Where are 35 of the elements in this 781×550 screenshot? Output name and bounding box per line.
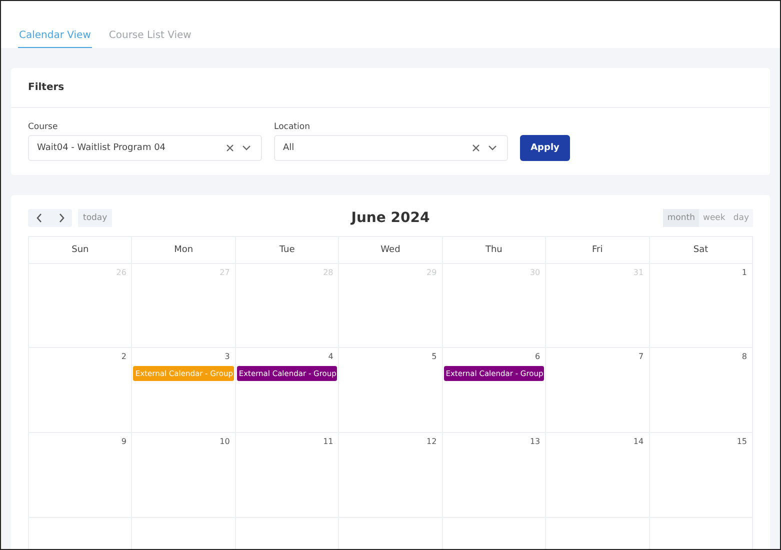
chevron-right-icon[interactable] <box>58 213 64 223</box>
day-number[interactable]: 9 <box>121 437 130 446</box>
select-field[interactable]: Wait04 - Waitlist Program 04 <box>28 135 262 161</box>
day-number[interactable]: 1 <box>742 268 751 277</box>
weekday-header: Sat <box>650 237 753 264</box>
day-number[interactable]: 5 <box>432 352 441 361</box>
day-number[interactable]: 7 <box>638 352 648 361</box>
day-number[interactable]: 4 <box>328 352 338 361</box>
day-number[interactable]: 13 <box>530 437 544 446</box>
apply-button[interactable]: Apply <box>520 135 570 161</box>
day-number[interactable]: 10 <box>220 437 234 446</box>
month-title: June 2024 <box>351 210 430 226</box>
day-number[interactable]: 6 <box>535 352 544 361</box>
weekday-header: Wed <box>339 237 443 264</box>
weekday-header: Fri <box>546 237 650 264</box>
day-number[interactable]: 11 <box>323 437 338 446</box>
day-number[interactable]: 15 <box>736 437 751 446</box>
day-number[interactable]: 8 <box>742 352 751 361</box>
weekday-header: Mon <box>132 237 236 264</box>
chevron-left-icon[interactable] <box>36 213 42 223</box>
chevron-down-icon[interactable] <box>242 145 251 151</box>
field-label: Course <box>28 122 59 132</box>
day-number[interactable]: 2 <box>121 352 130 361</box>
day-number[interactable]: 12 <box>426 437 441 446</box>
weekday-header: Tue <box>236 237 340 264</box>
select-field[interactable]: All <box>274 135 508 161</box>
weekday-header: Sun <box>29 237 132 264</box>
clear-icon[interactable] <box>472 144 480 152</box>
clear-icon[interactable] <box>226 144 234 152</box>
field-label: Location <box>274 122 311 132</box>
chevron-down-icon[interactable] <box>488 145 497 151</box>
weekday-header: Thu <box>442 237 546 264</box>
day-number[interactable]: 3 <box>224 352 234 361</box>
day-number[interactable]: 14 <box>633 437 648 446</box>
filters-title: Filters <box>11 68 770 108</box>
